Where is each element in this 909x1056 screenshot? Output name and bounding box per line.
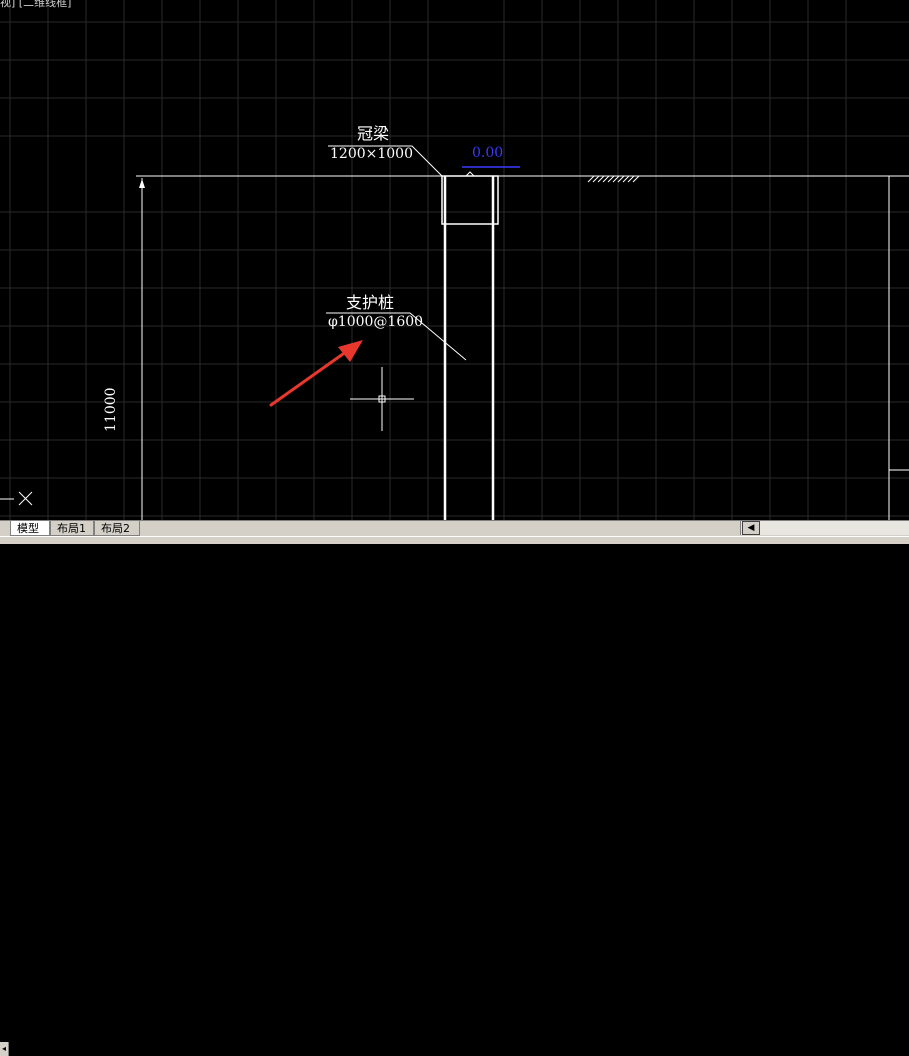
- elevation-value: 0.00: [472, 145, 504, 161]
- tab-layout2[interactable]: 布局2: [94, 521, 140, 536]
- drawing-canvas[interactable]: 视] [二维线框] 冠梁 1200×1000 0.00 支护桩 φ1000@16…: [0, 0, 909, 520]
- tab-layout1[interactable]: 布局1: [50, 521, 94, 536]
- cap-beam-name: 冠梁: [357, 124, 390, 143]
- viewport-label[interactable]: 视] [二维线框]: [0, 0, 71, 10]
- drawing-svg: [0, 0, 909, 520]
- tab-nav-left-icon[interactable]: ◂: [0, 1042, 9, 1056]
- pile-name: 支护桩: [346, 293, 395, 312]
- pile-spec: φ1000@1600: [328, 314, 424, 330]
- red-arrow-icon: [269, 340, 363, 407]
- crosshair-cursor-icon: [350, 367, 414, 431]
- cap-beam[interactable]: [441, 175, 499, 225]
- ground-hatch-icon: [587, 175, 640, 183]
- tab-model[interactable]: 模型: [10, 521, 50, 536]
- dimension-arrow-icon: [139, 179, 145, 188]
- horizontal-scrollbar[interactable]: [740, 521, 909, 535]
- grid: [0, 0, 909, 520]
- cap-beam-size: 1200×1000: [330, 146, 413, 162]
- scroll-left-arrow-icon[interactable]: ◀: [742, 521, 760, 535]
- dimension-value: 11000: [103, 387, 119, 432]
- ucs-icon: [0, 491, 33, 506]
- title-block-fragment: [903, 300, 909, 390]
